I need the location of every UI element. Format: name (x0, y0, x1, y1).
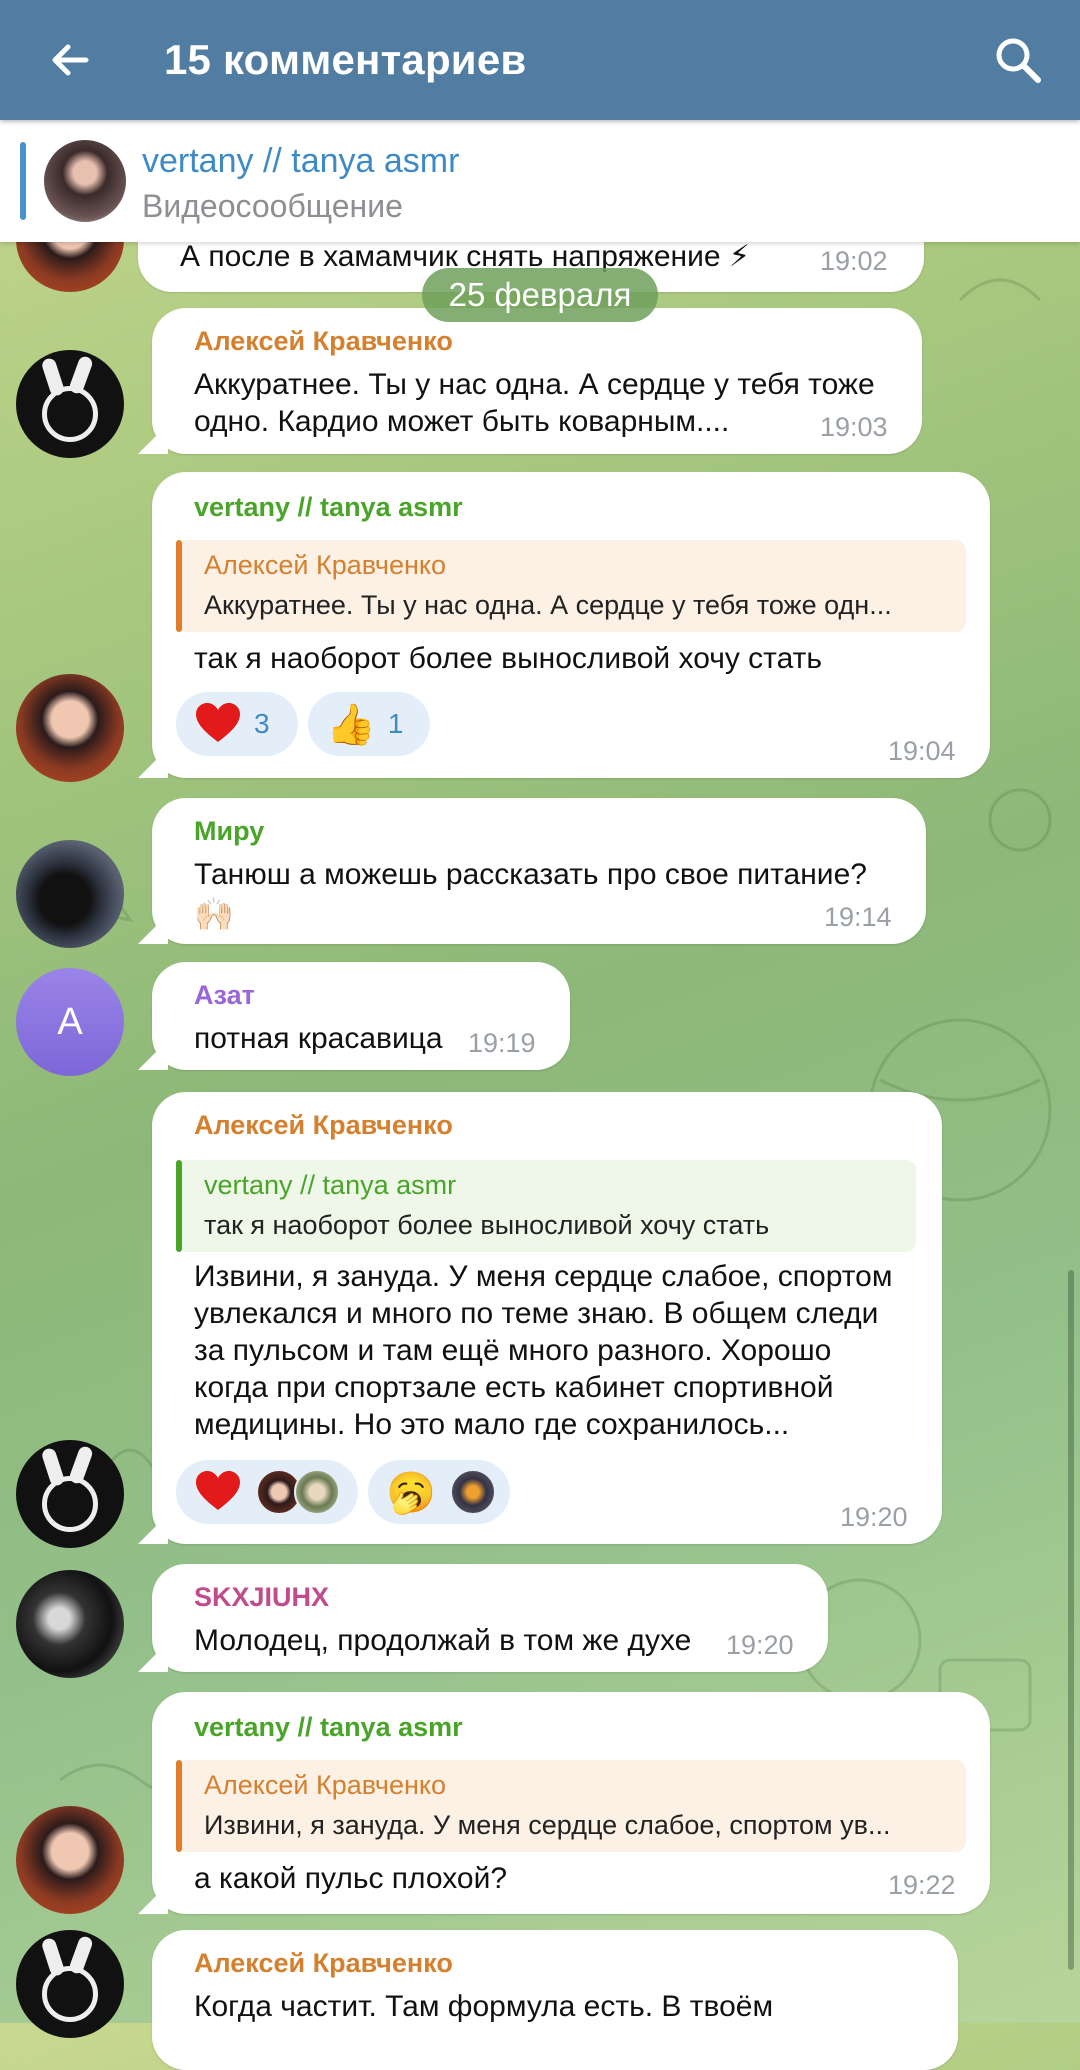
heart-icon (196, 1471, 240, 1510)
page-title: 15 комментариев (164, 36, 527, 83)
message-time: 19:20 (840, 1502, 908, 1532)
raising-hands-icon: 🙌🏻 (194, 896, 234, 932)
message-text-line: за пульсом и там ещё много разного. Хоро… (194, 1334, 832, 1367)
message-time: 19:04 (888, 736, 956, 766)
message-author: Алексей Кравченко (194, 1110, 453, 1140)
pinned-author: vertany // tanya asmr (142, 142, 460, 180)
message-time: 19:20 (726, 1630, 794, 1660)
message-bubble[interactable]: vertany // tanya asmr Алексей Кравченко … (138, 1692, 990, 1914)
message-text: Когда частит. Там формула есть. В твоём (194, 1990, 774, 2023)
message-author: Алексей Кравченко (194, 1948, 453, 1978)
message-text-line: одно. Кардио может быть коварным.... (194, 405, 730, 438)
avatar-ring (42, 386, 98, 442)
reply-author: Алексей Кравченко (204, 1770, 447, 1800)
message-author: vertany // tanya asmr (194, 492, 463, 522)
message-bubble[interactable]: Миру Танюш а можешь рассказать про свое … (138, 798, 926, 944)
message-bubble[interactable]: Алексей Кравченко Аккуратнее. Ты у нас о… (138, 308, 922, 454)
thumbs-up-icon: 👍 (326, 702, 376, 747)
reaction-thumbs-up[interactable]: 👍 1 (308, 692, 430, 756)
avatar[interactable] (16, 350, 124, 458)
reply-quote[interactable]: vertany // tanya asmr так я наоборот бол… (176, 1160, 916, 1252)
date-separator: 25 февраля (422, 268, 658, 322)
back-button[interactable] (30, 20, 110, 100)
message-text: Молодец, продолжай в том же духе (194, 1624, 692, 1657)
reply-accent-bar (176, 1760, 182, 1852)
message-author: Азат (194, 980, 255, 1010)
arrow-left-icon (52, 44, 89, 76)
message-author: Миру (194, 816, 265, 846)
message-author: vertany // tanya asmr (194, 1712, 463, 1742)
message-time: 19:02 (820, 246, 888, 276)
message-text-line: медицины. Но это мало где сохранилось... (194, 1408, 790, 1441)
avatar[interactable]: А (16, 968, 124, 1076)
message-author: Алексей Кравченко (194, 326, 453, 356)
avatar[interactable] (16, 1440, 124, 1548)
message-bubble[interactable]: Алексей Кравченко Когда частит. Там форм… (152, 1930, 958, 2070)
pinned-subtitle: Видеосообщение (142, 188, 403, 224)
reactor-avatar (294, 1469, 340, 1515)
reaction-heart[interactable] (176, 1460, 358, 1524)
message-text: потная красавица (194, 1022, 443, 1055)
avatar[interactable] (16, 1570, 124, 1678)
scrollbar[interactable] (1068, 1270, 1074, 1970)
search-icon (996, 38, 1041, 83)
message-text: так я наоборот более выносливой хочу ста… (194, 642, 822, 675)
message-text: Танюш а можешь рассказать про свое питан… (194, 858, 867, 891)
top-app-bar: 15 комментариев (0, 0, 1080, 120)
message-text-line: увлекался и много по теме знаю. В общем … (194, 1297, 879, 1330)
reply-quote[interactable]: Алексей Кравченко Извини, я зануда. У ме… (176, 1760, 966, 1852)
reactor-avatar (449, 1469, 496, 1515)
message-text-line: Аккуратнее. Ты у нас одна. А сердце у те… (194, 368, 875, 401)
avatar[interactable] (16, 1806, 124, 1914)
message-bubble[interactable]: vertany // tanya asmr Алексей Кравченко … (138, 472, 990, 778)
pinned-accent-bar (20, 142, 26, 220)
message-time: 19:14 (824, 902, 892, 932)
heart-icon (196, 703, 240, 742)
reply-text: Извини, я зануда. У меня сердце слабое, … (204, 1810, 891, 1840)
avatar[interactable] (16, 1930, 124, 2038)
reply-author: Алексей Кравченко (204, 550, 447, 580)
yawn-face-icon: 🥱 (386, 1470, 436, 1515)
message-text-line: Извини, я зануда. У меня сердце слабое, … (194, 1260, 893, 1293)
message-text: а какой пульс плохой? (194, 1862, 508, 1895)
message-bubble[interactable]: Алексей Кравченко vertany // tanya asmr … (138, 1092, 942, 1544)
reply-quote[interactable]: Алексей Кравченко Аккуратнее. Ты у нас о… (176, 540, 966, 632)
avatar[interactable] (16, 674, 124, 782)
avatar-ring (42, 1476, 98, 1532)
message-time: 19:03 (820, 412, 888, 442)
search-button[interactable] (978, 20, 1058, 100)
reply-author: vertany // tanya asmr (204, 1170, 457, 1200)
reply-text: Аккуратнее. Ты у нас одна. А сердце у те… (204, 590, 892, 620)
reaction-count: 3 (254, 708, 270, 739)
reaction-heart[interactable]: 3 (176, 692, 298, 756)
reply-accent-bar (176, 1160, 182, 1252)
message-text-line: когда при спортзале есть кабинет спортив… (194, 1371, 834, 1404)
reaction-count: 1 (387, 708, 404, 739)
reaction-yawn[interactable]: 🥱 (368, 1460, 510, 1524)
avatar[interactable] (16, 840, 124, 948)
reply-text: так я наоборот более выносливой хочу ста… (204, 1210, 770, 1240)
avatar-ring (42, 1966, 98, 2022)
message-author: SKXJIUHX (194, 1582, 330, 1612)
reply-accent-bar (176, 540, 182, 632)
pinned-avatar (44, 140, 126, 222)
message-time: 19:19 (468, 1028, 536, 1058)
pinned-message[interactable]: vertany // tanya asmr Видеосообщение (0, 120, 1080, 242)
message-bubble[interactable]: SKXJIUHX Молодец, продолжай в том же дух… (138, 1564, 828, 1672)
message-time: 19:22 (888, 1870, 956, 1900)
message-bubble[interactable]: Азат потная красавица 19:19 (138, 962, 570, 1070)
